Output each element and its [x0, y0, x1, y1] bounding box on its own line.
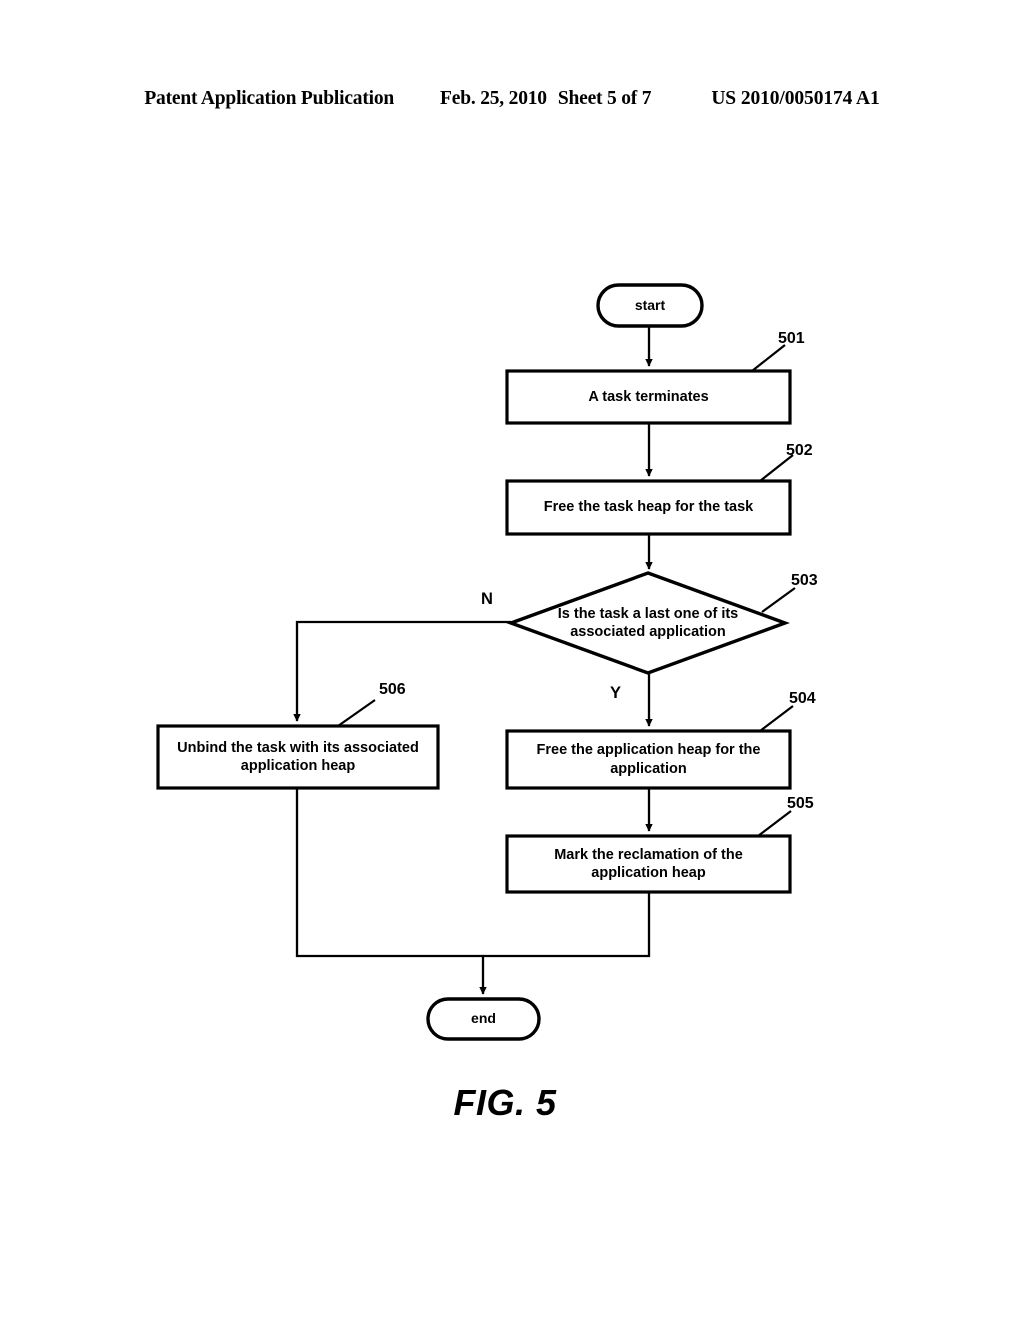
- leader-501: [751, 344, 786, 372]
- ref-number-501: 501: [778, 330, 805, 347]
- node-504-shape: [505, 729, 792, 790]
- edge-503-no-to-506: [293, 620, 511, 722]
- node-start-shape: [596, 283, 704, 328]
- node-506-shape: [156, 724, 440, 790]
- leader-506: [337, 699, 376, 727]
- figure-caption: FIG. 5: [0, 1082, 1024, 1124]
- leader-505: [757, 810, 792, 837]
- node-505-shape: [505, 834, 792, 894]
- ref-number-505: 505: [787, 795, 814, 812]
- edge-505-to-end: [483, 892, 651, 958]
- edge-506-to-end: [295, 788, 487, 995]
- branch-label-no: N: [481, 590, 493, 608]
- node-end-shape: [426, 997, 541, 1041]
- ref-number-506: 506: [379, 681, 406, 698]
- ref-number-502: 502: [786, 442, 813, 459]
- figure-caption-text: FIG. 5: [453, 1082, 557, 1123]
- leader-503: [761, 587, 796, 613]
- branch-label-yes: Y: [610, 684, 622, 702]
- ref-number-503: 503: [791, 572, 818, 589]
- ref-number-504: 504: [789, 690, 816, 707]
- node-502-shape: [505, 479, 792, 536]
- leader-504: [759, 705, 794, 732]
- node-503-shape: [506, 571, 790, 675]
- node-501-shape: [505, 369, 792, 425]
